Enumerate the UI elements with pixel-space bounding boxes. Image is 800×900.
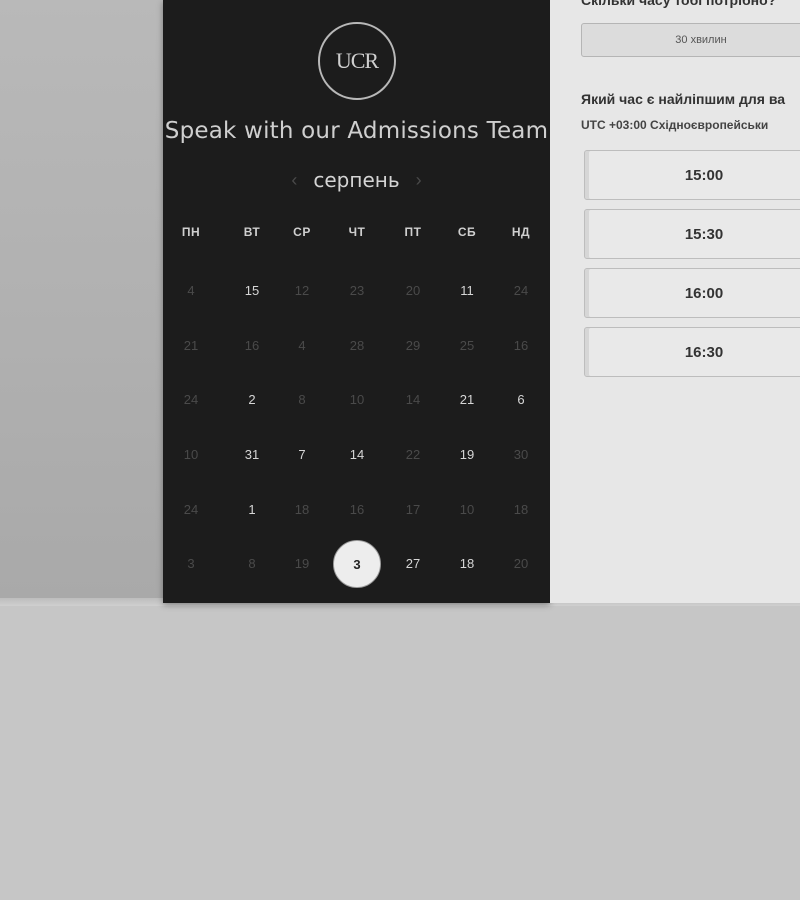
calendar-day: 24 [513,283,529,298]
month-navigator: ‹ серпень › [163,166,550,194]
time-slot-button[interactable]: 15:00 [584,150,800,200]
calendar-day: 25 [459,338,475,353]
calendar-day: 23 [349,283,365,298]
calendar-day: 16 [349,502,365,517]
scheduler-title: Speak with our Admissions Team [164,118,549,144]
calendar-day[interactable]: 27 [393,552,433,576]
calendar-day: 22 [405,447,421,462]
time-slot-button[interactable]: 15:30 [584,209,800,259]
calendar-day: 8 [298,392,306,407]
calendar-day: 10 [459,502,475,517]
next-month-arrow-icon[interactable]: › [416,170,422,191]
logo-text: UCR [335,48,379,73]
weekday-label: СБ [457,225,477,239]
calendar-day[interactable]: 7 [282,443,322,467]
weekday-label: СР [293,225,311,239]
time-slot-button[interactable]: 16:00 [584,268,800,318]
time-question: Який час є найліпшим для ва [581,91,786,107]
calendar-day: 4 [187,283,195,298]
weekday-header: ПН ВТ СР ЧТ ПТ СБ НД [163,225,550,245]
weekday-label: ПН [181,225,201,239]
weekday-label: ЧТ [348,225,366,239]
weekday-label: ПТ [404,225,422,239]
calendar-day: 20 [405,283,421,298]
ucr-logo: UCR [318,22,396,100]
calendar-day: 14 [405,392,421,407]
calendar-day: 28 [349,338,365,353]
calendar-day: 29 [405,338,421,353]
duration-select[interactable]: 30 хвилин [581,23,800,57]
calendar-day: 18 [294,502,310,517]
page-backdrop [0,0,163,600]
scheduler-panel: UCR Speak with our Admissions Team ‹ сер… [163,0,550,603]
calendar-day: 24 [183,392,199,407]
month-label: серпень [313,168,400,192]
calendar-day[interactable]: 11 [447,279,487,303]
time-slot-button[interactable]: 16:30 [584,327,800,377]
calendar-day: 3 [187,556,195,571]
booking-panel: Скільки часу тобі потрібно? 30 хвилин Як… [550,0,800,603]
calendar-day[interactable]: 2 [232,388,272,412]
calendar-day: 21 [183,338,199,353]
timezone-label: UTC +03:00 Східноєвропейськи [581,118,769,132]
duration-value: 30 хвилин [675,34,727,46]
calendar-day: 16 [513,338,529,353]
selected-day[interactable]: 3 [333,540,381,588]
calendar-day: 17 [405,502,421,517]
calendar-day: 8 [248,556,256,571]
calendar-day[interactable]: 14 [337,443,377,467]
calendar-day[interactable]: 19 [447,443,487,467]
calendar-day: 10 [349,392,365,407]
calendar-day: 10 [183,447,199,462]
calendar-day: 24 [183,502,199,517]
calendar-day: 20 [513,556,529,571]
calendar-day[interactable]: 15 [232,279,272,303]
weekday-label: ВТ [243,225,261,239]
calendar-day: 4 [298,338,306,353]
calendar-day: 19 [294,556,310,571]
calendar-day[interactable]: 1 [232,498,272,522]
calendar-day[interactable]: 21 [447,388,487,412]
weekday-label: НД [511,225,531,239]
calendar-day[interactable]: 6 [501,388,541,412]
calendar-day: 30 [513,447,529,462]
calendar-day[interactable]: 31 [232,443,272,467]
calendar-day: 12 [294,283,310,298]
duration-question: Скільки часу тобі потрібно? [581,0,777,8]
calendar-day[interactable]: 18 [447,552,487,576]
prev-month-arrow-icon[interactable]: ‹ [291,170,297,191]
calendar-day: 18 [513,502,529,517]
calendar-day: 16 [244,338,260,353]
